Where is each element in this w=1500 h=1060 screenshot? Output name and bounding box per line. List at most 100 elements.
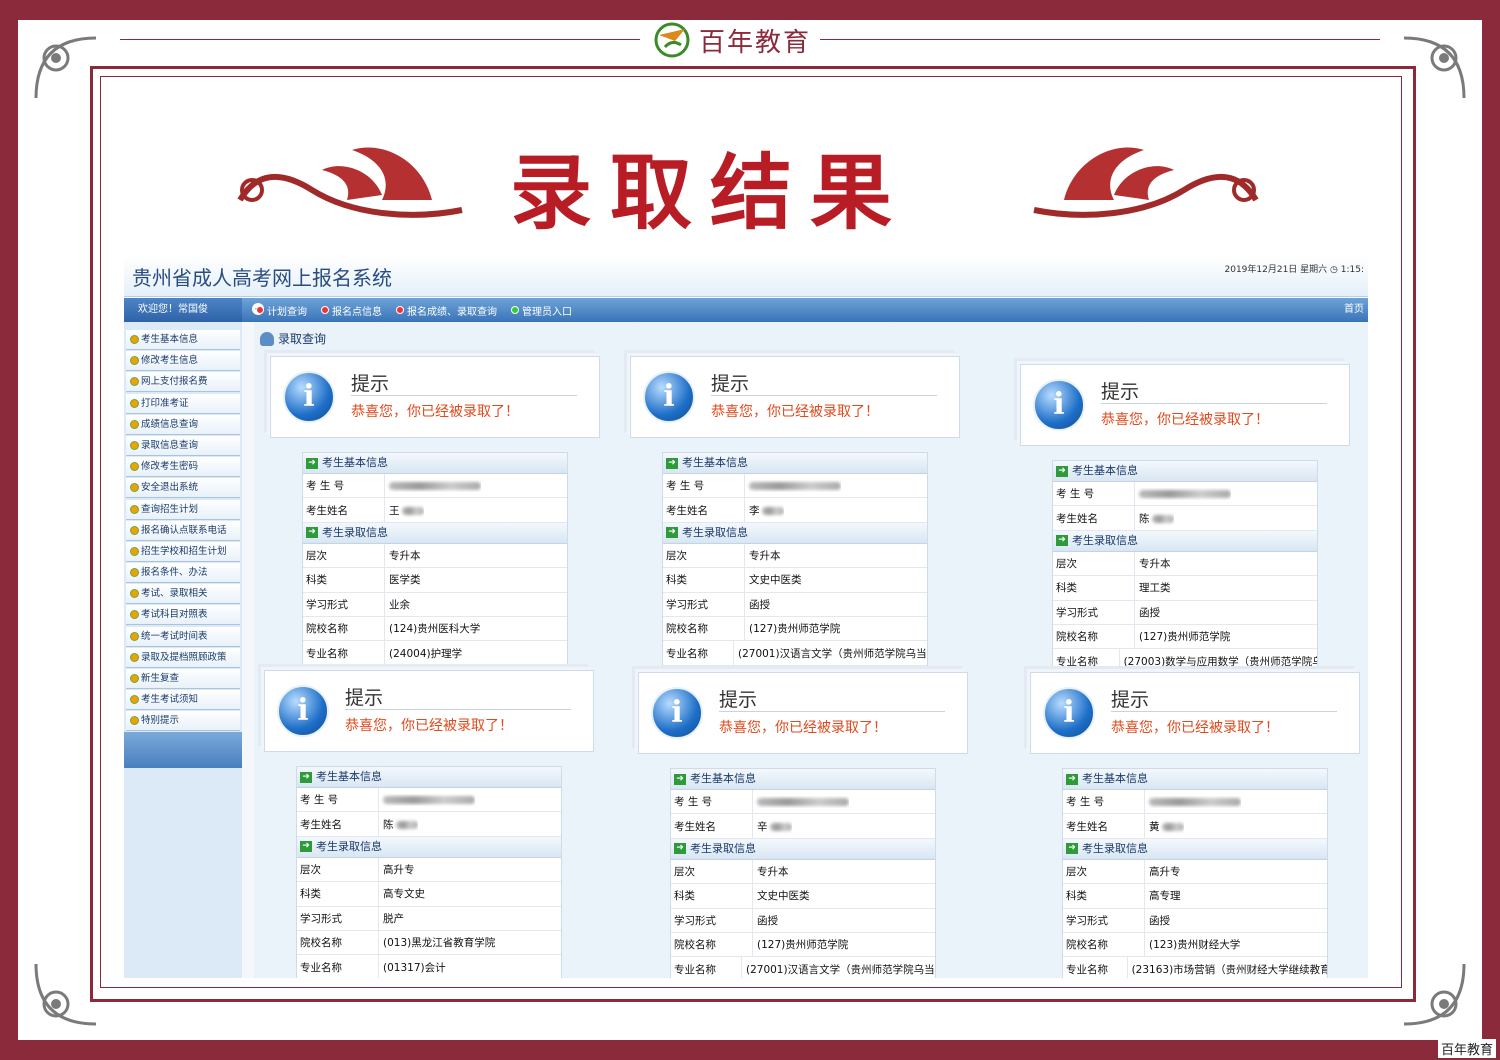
section-header: ➜ 考生录取信息 (297, 836, 561, 858)
section-header: ➜ 考生录取信息 (303, 522, 567, 544)
admission-result-card: i 提示 恭喜您，你已经被录取了！ ➜ 考生基本信息考 生 号考生姓名辛 ➜ 考生录取信息层… (638, 672, 968, 978)
tip-message: 恭喜您，你已经被录取了！ (345, 718, 513, 734)
info-icon: i (1043, 687, 1095, 739)
sidebar-item[interactable]: 特别提示 (126, 711, 240, 732)
sidebar-item[interactable]: 成绩信息查询 (126, 414, 240, 435)
arrow-right-icon: ➜ (306, 457, 318, 469)
brand-logo: 百年教育 (645, 20, 820, 60)
school-row: 院校名称 (123)贵州财经大学 (1063, 932, 1327, 958)
brand-name: 百年教育 (699, 27, 812, 58)
arrow-right-icon: ➜ (300, 841, 312, 853)
student-name-row: 考生姓名李 (663, 498, 927, 523)
sidebar-item[interactable]: 安全退出系统 (126, 478, 240, 499)
sidebar-item[interactable]: 查询招生计划 (126, 499, 240, 520)
nav-site-info[interactable]: 报名点信息 (321, 303, 382, 318)
student-name-row: 考生姓名陈 (297, 812, 561, 837)
corner-ornament-icon (26, 28, 106, 108)
student-surname: 李 (749, 504, 760, 517)
category-row: 科类 文史中医类 (671, 884, 935, 909)
school-row: 院校名称 (127)贵州师范学院 (663, 616, 927, 642)
banner-title: 录取结果 (510, 145, 911, 241)
sidebar-item[interactable]: 考生考试须知 (126, 690, 240, 711)
sidebar-item[interactable]: 修改考生信息 (126, 351, 240, 372)
sidebar-item[interactable]: 录取信息查询 (126, 435, 240, 456)
arrow-right-icon: ➜ (306, 527, 318, 539)
info-icon: i (277, 685, 329, 737)
arrow-right-icon: ➜ (666, 457, 678, 469)
vertical-scrollbar[interactable] (242, 322, 254, 978)
category-row: 科类 高专文史 (297, 882, 561, 907)
user-icon (260, 331, 274, 346)
sidebar-item[interactable]: 新生复查 (126, 669, 240, 689)
section-header: ➜ 考生录取信息 (663, 522, 927, 544)
divider (345, 709, 571, 710)
info-table: ➜ 考生基本信息考 生 号考生姓名黄 ➜ 考生录取信息 层次 高升专 科类 高专理 学习形式 函授… (1062, 768, 1328, 978)
tip-message: 恭喜您，你已经被录取了！ (1101, 412, 1269, 428)
sidebar-footer (124, 732, 242, 768)
student-surname: 黄 (1149, 820, 1160, 833)
major-row: 专业名称(27003)数学与应用数学（贵州师范学院乌当校区） (1053, 649, 1317, 674)
sidebar-item[interactable]: 考生基本信息 (126, 330, 240, 350)
bullet-icon (130, 610, 139, 620)
info-icon: i (643, 371, 695, 423)
major-row: 专业名称(27001)汉语言文学（贵州师范学院乌当校区） (663, 641, 927, 666)
exam-number-row: 考 生 号 (1053, 482, 1317, 507)
sidebar-menu: 考生基本信息 修改考生信息 网上支付报名费 打印准考证 成绩信息查询 录取信息查询 修改考生… (126, 330, 240, 733)
category-row: 科类 文史中医类 (663, 568, 927, 593)
student-surname: 辛 (757, 820, 768, 833)
bullet-icon (130, 504, 139, 514)
section-header: ➜ 考生录取信息 (1063, 838, 1327, 860)
nav-admin[interactable]: 管理员入口 (511, 303, 572, 318)
tip-title: 提示 (719, 689, 758, 711)
tip-message: 恭喜您，你已经被录取了！ (711, 404, 879, 420)
bullet-icon (130, 419, 139, 429)
corner-ornament-icon (1394, 954, 1474, 1034)
arrow-right-icon: ➜ (1066, 843, 1078, 855)
study-mode-row: 学习形式 函授 (1053, 600, 1317, 625)
nav-score-query[interactable]: 报名成绩、录取查询 (396, 303, 497, 318)
section-header: ➜ 考生基本信息 (297, 767, 561, 788)
sidebar-item[interactable]: 录取及提档照顾政策 (126, 647, 240, 668)
major-row: 专业名称(23163)市场营销（贵州财经大学继续教育学院本部） (1063, 957, 1327, 978)
arrow-right-icon: ➜ (1066, 773, 1078, 785)
major-row: 专业名称(27001)汉语言文学（贵州师范学院乌当校区） (671, 957, 935, 978)
sidebar-item[interactable]: 修改考生密码 (126, 457, 240, 478)
sidebar-item[interactable]: 报名确认点联系电话 (126, 520, 240, 541)
section-header: ➜ 考生基本信息 (1053, 461, 1317, 482)
sidebar-item[interactable]: 考试科目对照表 (126, 605, 240, 626)
sidebar: 考生基本信息 修改考生信息 网上支付报名费 打印准考证 成绩信息查询 录取信息查询 修改考生… (124, 322, 242, 978)
bullet-icon (130, 525, 139, 535)
info-icon: i (651, 687, 703, 739)
arrow-right-icon: ➜ (300, 771, 312, 783)
sidebar-item[interactable]: 报名条件、办法 (126, 563, 240, 584)
sidebar-item[interactable]: 招生学校和招生计划 (126, 541, 240, 562)
tip-title: 提示 (345, 687, 384, 709)
bullet-icon (321, 306, 329, 314)
sidebar-item[interactable]: 考试、录取相关 (126, 584, 240, 605)
arrow-right-icon: ➜ (1056, 535, 1068, 547)
nav-plan-query[interactable]: 计划查询 (256, 303, 307, 318)
tip-message: 恭喜您，你已经被录取了！ (719, 720, 887, 736)
top-navbar: 欢迎您！常国俊 ◀ 计划查询 报名点信息 报名成绩、录取查询 管理员入口 首页 (124, 298, 1368, 322)
bullet-icon (130, 652, 139, 662)
section-header: ➜ 考生基本信息 (663, 453, 927, 474)
section-header: ➜ 考生基本信息 (1063, 769, 1327, 790)
app-header: 贵州省成人高考网上报名系统 2019年12月21日 星期六 ◷ 1:15: (124, 256, 1368, 297)
exam-number-row: 考 生 号 (671, 790, 935, 815)
section-header: ➜ 考生录取信息 (1053, 530, 1317, 552)
bullet-icon (130, 631, 139, 641)
school-row: 院校名称 (013)黑龙江省教育学院 (297, 930, 561, 956)
sidebar-item[interactable]: 统一考试时间表 (126, 626, 240, 647)
flourish-right-icon (1033, 147, 1259, 218)
tip-message: 恭喜您，你已经被录取了！ (1111, 720, 1279, 736)
sidebar-item[interactable]: 打印准考证 (126, 393, 240, 414)
main-content: 录取查询 i 提示 恭喜您，你已经被录取了！ ➜ 考生基本信息考 生 号考生姓名王 ➜ 考生… (254, 322, 1368, 978)
sidebar-item[interactable]: 网上支付报名费 (126, 372, 240, 393)
redacted-exam-number (1139, 489, 1231, 498)
study-mode-row: 学习形式 脱产 (297, 906, 561, 931)
bullet-icon (130, 398, 139, 408)
home-link[interactable]: 首页 (1344, 298, 1364, 322)
bullet-icon (130, 356, 139, 366)
divider (1111, 711, 1337, 712)
bullet-icon (256, 306, 264, 314)
